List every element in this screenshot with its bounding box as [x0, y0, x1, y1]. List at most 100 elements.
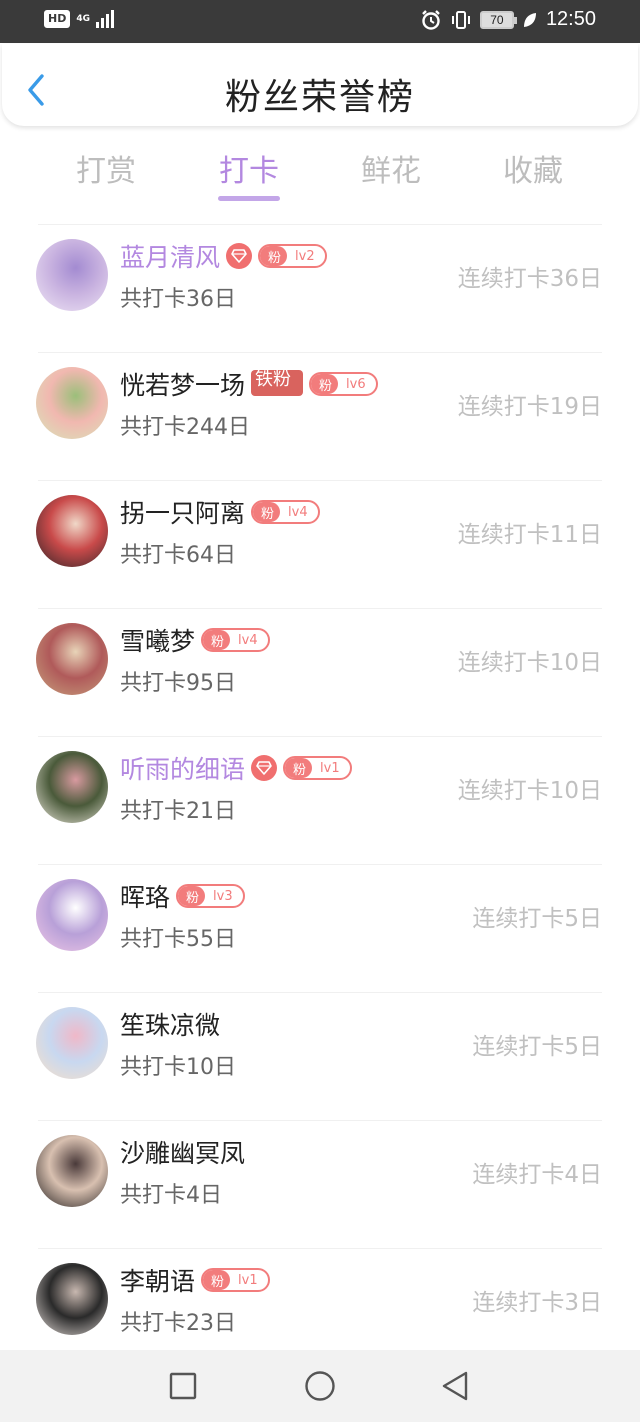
fan-name[interactable]: 蓝月清风: [120, 238, 220, 274]
name-line: 沙雕幽冥凤: [120, 1135, 245, 1169]
name-line: 拐一只阿离粉 lv4: [120, 495, 320, 529]
streak-count: 连续打卡3日: [472, 1290, 602, 1316]
circle-icon: [305, 1371, 335, 1401]
tab-flowers[interactable]: 鲜花: [331, 146, 451, 190]
signal-icon: [96, 10, 114, 28]
avatar[interactable]: [36, 623, 108, 695]
name-line: 晖珞粉 lv3: [120, 879, 245, 913]
total-checkins: 共打卡4日: [120, 1183, 222, 1208]
tab-favorites[interactable]: 收藏: [473, 146, 593, 190]
header: 粉丝荣誉榜: [2, 44, 638, 126]
diamond-icon: [226, 243, 253, 269]
system-nav-bar: [0, 1350, 640, 1422]
diamond-icon: [251, 755, 278, 781]
streak-count: 连续打卡10日: [457, 778, 602, 804]
fan-list: 蓝月清风粉 lv2 共打卡36日 连续打卡36日 恍若梦一场 铁粉粉 lv6 共打卡244日连…: [0, 224, 640, 1376]
active-tab-indicator: [218, 196, 280, 201]
fan-name[interactable]: 沙雕幽冥凤: [120, 1134, 245, 1170]
name-line: 蓝月清风 粉 lv2: [120, 239, 327, 273]
fan-row[interactable]: 笙珠凉微共打卡10日 连续打卡5日: [36, 992, 602, 1120]
avatar[interactable]: [36, 1263, 108, 1335]
streak-count: 连续打卡11日: [457, 522, 602, 548]
triangle-back-icon: [442, 1371, 468, 1401]
avatar[interactable]: [36, 1007, 108, 1079]
total-checkins: 共打卡23日: [120, 1311, 236, 1336]
fan-level: lv6: [346, 376, 366, 392]
fan-badge-label: 粉: [203, 630, 231, 650]
leaf-icon: [522, 11, 538, 29]
fan-row[interactable]: 雪曦梦粉 lv4 共打卡95日 连续打卡10日: [36, 608, 602, 736]
tab-reward[interactable]: 打赏: [46, 146, 166, 190]
fan-name[interactable]: 雪曦梦: [120, 622, 195, 658]
fan-name[interactable]: 恍若梦一场: [120, 366, 245, 402]
streak-count: 连续打卡5日: [472, 906, 602, 932]
fan-level-badge: 粉 lv2: [258, 244, 327, 268]
fan-name[interactable]: 拐一只阿离: [120, 494, 245, 530]
back-nav-button[interactable]: [437, 1368, 473, 1404]
battery-icon: 70: [479, 10, 517, 29]
fan-name[interactable]: 笙珠凉微: [120, 1006, 220, 1042]
total-checkins: 共打卡36日: [120, 287, 236, 312]
recent-apps-button[interactable]: [165, 1368, 201, 1404]
total-checkins: 共打卡21日: [120, 799, 236, 824]
fan-badge-label: 粉: [203, 1270, 231, 1290]
fan-level: lv4: [238, 632, 258, 648]
fan-badge-label: 粉: [311, 374, 339, 394]
fan-badge-label: 粉: [260, 246, 288, 266]
fan-level: lv2: [295, 248, 315, 264]
fan-level-badge: 粉 lv6: [309, 372, 378, 396]
status-right: 70 12:50: [420, 8, 596, 31]
fan-row[interactable]: 沙雕幽冥凤共打卡4日 连续打卡4日: [36, 1120, 602, 1248]
streak-count: 连续打卡5日: [472, 1034, 602, 1060]
fan-row[interactable]: 恍若梦一场 铁粉粉 lv6 共打卡244日 连续打卡19日: [36, 352, 602, 480]
fan-name[interactable]: 晖珞: [120, 878, 170, 914]
streak-count: 连续打卡19日: [457, 394, 602, 420]
avatar[interactable]: [36, 367, 108, 439]
tab-bar: 打赏 打卡 鲜花 收藏: [0, 140, 640, 210]
fan-row[interactable]: 蓝月清风 粉 lv2 共打卡36日 连续打卡36日: [36, 224, 602, 352]
name-line: 恍若梦一场 铁粉粉 lv6: [120, 367, 378, 401]
total-checkins: 共打卡244日: [120, 415, 250, 440]
fan-level: lv1: [238, 1272, 258, 1288]
fan-level-badge: 粉 lv4: [251, 500, 320, 524]
name-line: 雪曦梦粉 lv4: [120, 623, 270, 657]
page-title: 粉丝荣誉榜: [224, 77, 415, 118]
fan-row[interactable]: 拐一只阿离粉 lv4 共打卡64日 连续打卡11日: [36, 480, 602, 608]
avatar[interactable]: [36, 495, 108, 567]
total-checkins: 共打卡95日: [120, 671, 236, 696]
network-type: 4G: [76, 13, 90, 24]
fan-badge-label: 粉: [178, 886, 206, 906]
tab-checkin[interactable]: 打卡: [189, 146, 309, 190]
fan-badge-label: 粉: [253, 502, 281, 522]
alarm-icon: [420, 9, 442, 31]
fan-level: lv1: [320, 760, 340, 776]
total-checkins: 共打卡10日: [120, 1055, 236, 1080]
avatar[interactable]: [36, 239, 108, 311]
avatar[interactable]: [36, 1135, 108, 1207]
fan-row[interactable]: 听雨的细语 粉 lv1 共打卡21日 连续打卡10日: [36, 736, 602, 864]
streak-count: 连续打卡36日: [457, 266, 602, 292]
clock: 12:50: [545, 8, 596, 30]
total-checkins: 共打卡64日: [120, 543, 236, 568]
avatar[interactable]: [36, 879, 108, 951]
total-checkins: 共打卡55日: [120, 927, 236, 952]
status-bar: HD 4G 70 12:50: [0, 0, 640, 43]
streak-count: 连续打卡4日: [472, 1162, 602, 1188]
fan-row[interactable]: 晖珞粉 lv3 共打卡55日 连续打卡5日: [36, 864, 602, 992]
fan-level: lv4: [288, 504, 308, 520]
fan-level-badge: 粉 lv1: [201, 1268, 270, 1292]
name-line: 笙珠凉微: [120, 1007, 220, 1041]
iron-fan-badge: 铁粉: [251, 370, 304, 396]
fan-level-badge: 粉 lv4: [201, 628, 270, 652]
fan-name[interactable]: 听雨的细语: [120, 750, 245, 786]
fan-name[interactable]: 李朝语: [120, 1262, 195, 1298]
fan-level: lv3: [213, 888, 233, 904]
fan-level-badge: 粉 lv3: [176, 884, 245, 908]
name-line: 听雨的细语 粉 lv1: [120, 751, 352, 785]
square-icon: [169, 1372, 197, 1400]
home-button[interactable]: [302, 1368, 338, 1404]
fan-badge-label: 粉: [285, 758, 313, 778]
avatar[interactable]: [36, 751, 108, 823]
streak-count: 连续打卡10日: [457, 650, 602, 676]
hd-badge: HD: [44, 10, 71, 28]
